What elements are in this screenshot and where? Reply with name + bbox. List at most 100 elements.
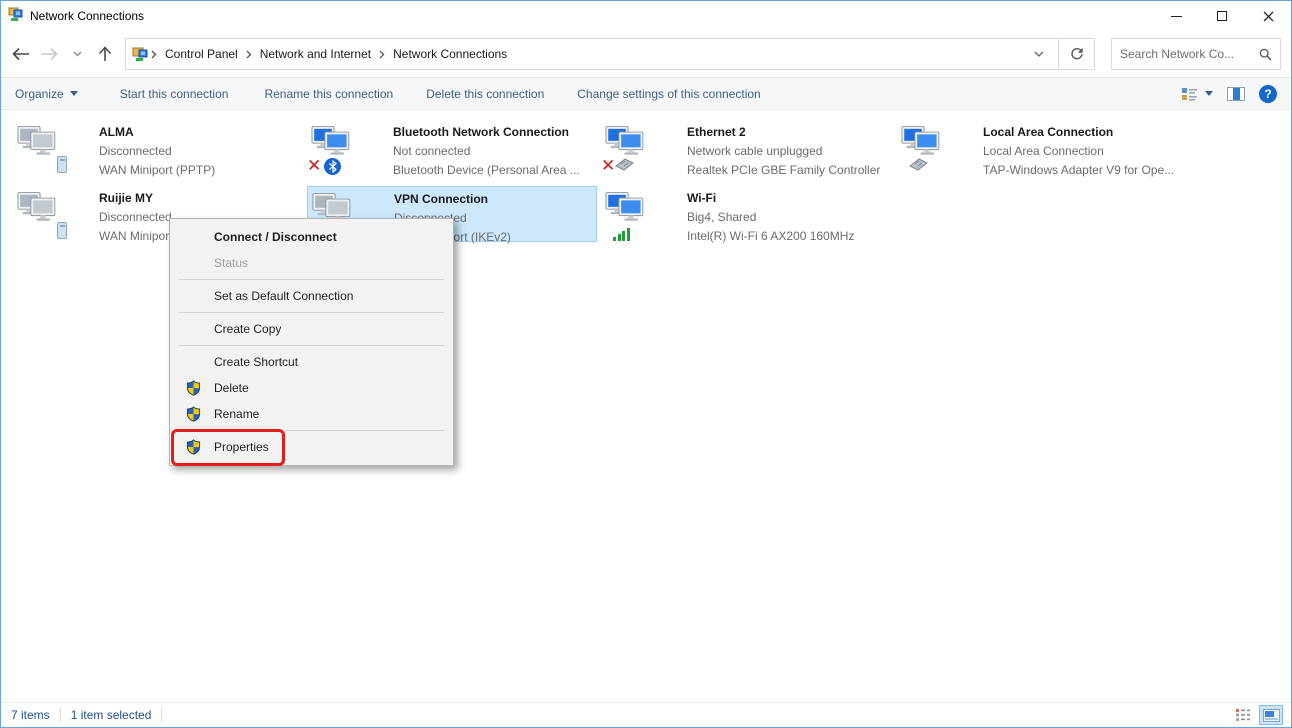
search-box bbox=[1111, 38, 1281, 70]
wan-miniport-icon bbox=[17, 188, 69, 238]
up-icon bbox=[98, 46, 112, 62]
menu-separator bbox=[179, 279, 444, 280]
details-view-icon bbox=[1235, 708, 1251, 722]
large-icons-view-button[interactable] bbox=[1259, 705, 1283, 725]
context-menu: Connect / Disconnect Status Set as Defau… bbox=[169, 218, 454, 466]
start-connection-button[interactable]: Start this connection bbox=[120, 87, 229, 101]
preview-pane-button[interactable] bbox=[1227, 87, 1245, 101]
connection-name: VPN Connection bbox=[394, 190, 511, 209]
connection-name: Local Area Connection bbox=[983, 123, 1174, 142]
menu-item-create-shortcut[interactable]: Create Shortcut bbox=[170, 349, 453, 375]
uac-shield-icon bbox=[186, 380, 214, 396]
ethernet-plug-icon bbox=[909, 157, 929, 174]
breadcrumb-location-icon bbox=[132, 46, 149, 63]
menu-item-delete[interactable]: Delete bbox=[170, 375, 453, 401]
connection-name: Ruijie MY bbox=[99, 189, 173, 208]
delete-connection-button[interactable]: Delete this connection bbox=[426, 87, 544, 101]
refresh-button[interactable] bbox=[1059, 38, 1095, 70]
chevron-down-icon bbox=[73, 51, 82, 57]
ethernet-unplugged-icon: ✕ bbox=[605, 122, 657, 172]
forward-button[interactable] bbox=[35, 39, 63, 69]
connection-tile-alma[interactable]: ALMA Disconnected WAN Miniport (PPTP) bbox=[13, 120, 303, 176]
connection-tile-local-area[interactable]: Local Area Connection Local Area Connect… bbox=[897, 120, 1187, 176]
status-divider bbox=[161, 708, 162, 722]
forward-icon bbox=[40, 47, 58, 61]
bluetooth-icon bbox=[324, 158, 341, 175]
connection-status: Big4, Shared bbox=[687, 208, 854, 227]
search-icon[interactable] bbox=[1259, 48, 1272, 61]
network-connections-app-icon bbox=[8, 7, 24, 26]
details-view-button[interactable] bbox=[1231, 705, 1255, 725]
back-icon bbox=[12, 47, 30, 61]
menu-item-set-default-connection[interactable]: Set as Default Connection bbox=[170, 283, 453, 309]
connection-device: WAN Miniport bbox=[99, 227, 173, 246]
maximize-icon bbox=[1217, 11, 1227, 21]
items-count: 7 items bbox=[1, 708, 60, 722]
window-title: Network Connections bbox=[30, 9, 144, 23]
search-input[interactable] bbox=[1120, 47, 1259, 61]
connection-name: Wi-Fi bbox=[687, 189, 854, 208]
minimize-icon bbox=[1171, 16, 1182, 17]
connection-status: Local Area Connection bbox=[983, 142, 1174, 161]
uac-shield-icon bbox=[186, 439, 214, 455]
address-dropdown-button[interactable] bbox=[1026, 47, 1052, 61]
menu-item-rename[interactable]: Rename bbox=[170, 401, 453, 427]
close-icon bbox=[1263, 11, 1274, 22]
connection-tile-bluetooth[interactable]: ✕ Bluetooth Network Connection Not conne… bbox=[307, 120, 597, 176]
connection-status: Disconnected bbox=[99, 142, 215, 161]
chevron-down-icon bbox=[1034, 51, 1044, 58]
connection-device: Bluetooth Device (Personal Area ... bbox=[393, 161, 580, 180]
connection-tile-ethernet2[interactable]: ✕ Ethernet 2 Network cable unplugged Rea… bbox=[601, 120, 891, 176]
maximize-button[interactable] bbox=[1199, 1, 1245, 31]
uac-shield-icon bbox=[186, 406, 214, 422]
menu-separator bbox=[179, 430, 444, 431]
wifi-signal-bars-icon bbox=[613, 228, 630, 241]
close-button[interactable] bbox=[1245, 1, 1291, 31]
breadcrumb-network-and-internet[interactable]: Network and Internet bbox=[254, 47, 377, 61]
navigation-bar: Control Panel Network and Internet Netwo… bbox=[1, 31, 1291, 77]
connection-tile-wifi[interactable]: Wi-Fi Big4, Shared Intel(R) Wi-Fi 6 AX20… bbox=[601, 186, 891, 242]
rename-connection-button[interactable]: Rename this connection bbox=[264, 87, 393, 101]
menu-item-properties[interactable]: Properties bbox=[170, 434, 453, 460]
status-bar: 7 items 1 item selected bbox=[1, 702, 1291, 727]
connection-device: TAP-Windows Adapter V9 for Ope... bbox=[983, 161, 1174, 180]
refresh-icon bbox=[1070, 47, 1084, 61]
command-bar: Organize Start this connection Rename th… bbox=[1, 77, 1291, 110]
breadcrumb-separator-icon bbox=[149, 50, 159, 59]
connection-device: Intel(R) Wi-Fi 6 AX200 160MHz bbox=[687, 227, 854, 246]
large-icons-view-icon bbox=[1263, 709, 1280, 722]
address-bar[interactable]: Control Panel Network and Internet Netwo… bbox=[125, 38, 1059, 70]
menu-separator bbox=[179, 345, 444, 346]
connections-list: ALMA Disconnected WAN Miniport (PPTP) ✕ … bbox=[1, 110, 1291, 702]
bluetooth-network-icon: ✕ bbox=[311, 122, 363, 172]
connection-status: Network cable unplugged bbox=[687, 142, 880, 161]
menu-item-connect-disconnect[interactable]: Connect / Disconnect bbox=[170, 224, 453, 250]
connection-status: Disconnected bbox=[99, 208, 173, 227]
change-settings-button[interactable]: Change settings of this connection bbox=[577, 87, 760, 101]
breadcrumb-control-panel[interactable]: Control Panel bbox=[159, 47, 244, 61]
views-button[interactable] bbox=[1181, 86, 1213, 102]
disconnected-x-icon: ✕ bbox=[601, 158, 615, 175]
dialup-device-icon bbox=[57, 222, 67, 239]
organize-label: Organize bbox=[15, 87, 64, 101]
ethernet-adapter-icon bbox=[901, 122, 953, 172]
breadcrumb-network-connections[interactable]: Network Connections bbox=[387, 47, 513, 61]
dialup-device-icon bbox=[57, 156, 67, 173]
back-button[interactable] bbox=[7, 39, 35, 69]
menu-item-status: Status bbox=[170, 250, 453, 276]
minimize-button[interactable] bbox=[1153, 1, 1199, 31]
wifi-adapter-icon bbox=[605, 188, 657, 238]
menu-item-create-copy[interactable]: Create Copy bbox=[170, 316, 453, 342]
help-button[interactable]: ? bbox=[1259, 85, 1277, 103]
connection-name: ALMA bbox=[99, 123, 215, 142]
connection-status: Not connected bbox=[393, 142, 580, 161]
breadcrumb-separator-icon bbox=[377, 50, 387, 59]
disconnected-x-icon: ✕ bbox=[307, 158, 321, 175]
recent-locations-button[interactable] bbox=[63, 39, 91, 69]
organize-button[interactable]: Organize bbox=[15, 87, 78, 101]
chevron-down-icon bbox=[1205, 91, 1213, 96]
connection-name: Ethernet 2 bbox=[687, 123, 880, 142]
menu-separator bbox=[179, 312, 444, 313]
views-icon bbox=[1181, 86, 1199, 102]
up-button[interactable] bbox=[91, 39, 119, 69]
